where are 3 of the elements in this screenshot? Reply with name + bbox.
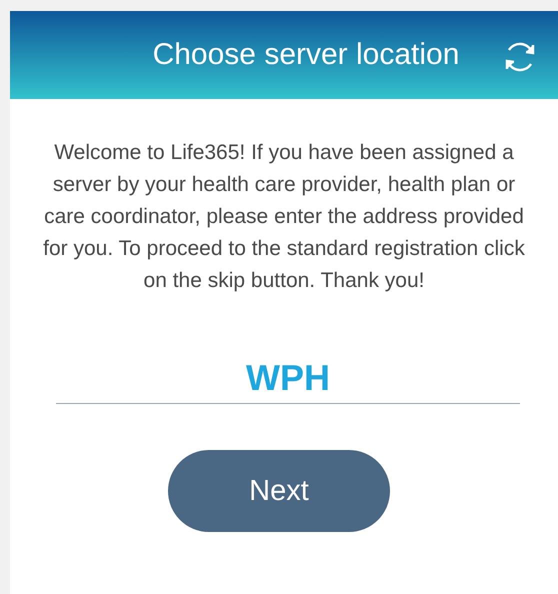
welcome-text: Welcome to Life365! If you have been assigned a server by your health care provider, health plan or care coordinator, please enter the address provided for you. To proceed to the standard registration click on the skip button. Thank you! (42, 140, 526, 294)
next-button[interactable]: Next (168, 450, 390, 532)
header-title: Choose server location (152, 38, 460, 72)
